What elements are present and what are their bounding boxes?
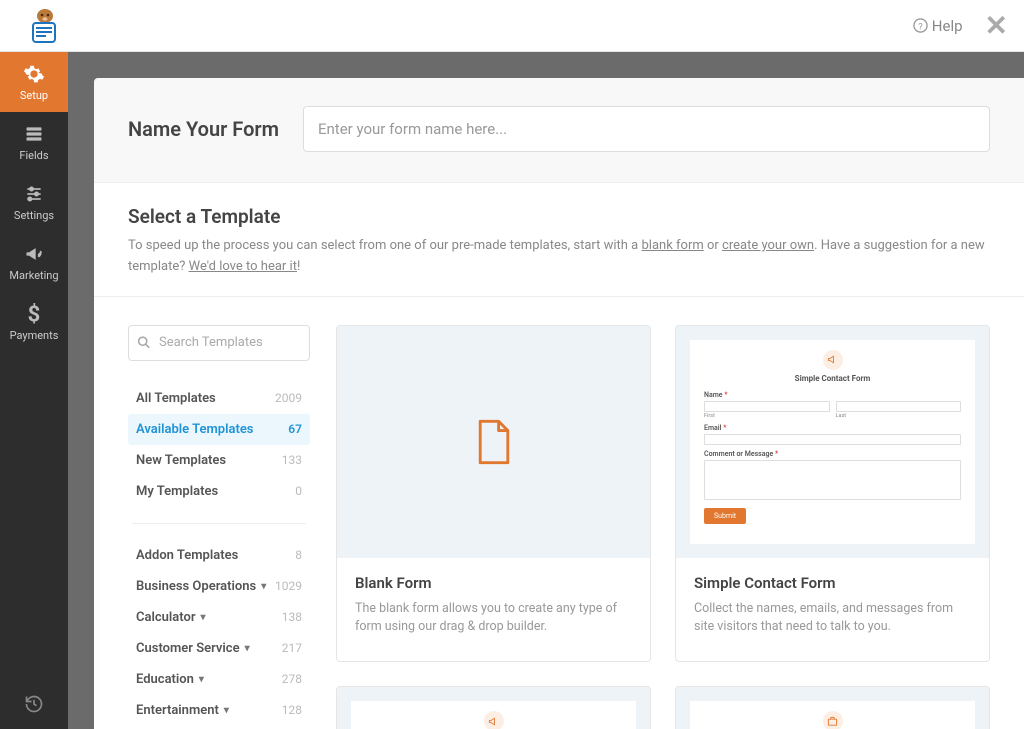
template-card-automobile[interactable]: Automobile Information Form Year of Regi… bbox=[675, 686, 990, 729]
chevron-down-icon: ▾ bbox=[245, 643, 250, 654]
chevron-down-icon: ▾ bbox=[201, 612, 206, 623]
chevron-down-icon: ▾ bbox=[199, 674, 204, 685]
nav-setup[interactable]: Setup bbox=[0, 52, 68, 112]
chevron-down-icon: ▾ bbox=[224, 705, 229, 716]
cat-new-templates[interactable]: New Templates 133 bbox=[128, 445, 310, 476]
cat-calculator[interactable]: Calculator▾ 138 bbox=[128, 602, 310, 633]
fields-icon bbox=[23, 123, 45, 145]
nav-settings[interactable]: Settings bbox=[0, 172, 68, 232]
search-box bbox=[128, 325, 310, 361]
setup-panel: Name Your Form Select a Template To spee… bbox=[94, 78, 1024, 729]
file-icon bbox=[475, 419, 513, 465]
template-card-newsletter[interactable]: Newsletter Signup Form Name * bbox=[336, 686, 651, 729]
cat-all-templates[interactable]: All Templates 2009 bbox=[128, 383, 310, 414]
nav-label: Setup bbox=[20, 89, 48, 102]
template-name: Blank Form bbox=[355, 574, 632, 592]
cat-education[interactable]: Education▾ 278 bbox=[128, 664, 310, 695]
cat-customer-service[interactable]: Customer Service▾ 217 bbox=[128, 633, 310, 664]
megaphone-icon bbox=[23, 243, 45, 265]
cat-business-operations[interactable]: Business Operations▾ 1029 bbox=[128, 571, 310, 602]
template-header: Select a Template To speed up the proces… bbox=[94, 183, 1024, 297]
name-label: Name Your Form bbox=[128, 117, 279, 141]
help-link[interactable]: ? Help bbox=[913, 17, 963, 35]
search-icon bbox=[137, 333, 150, 352]
template-preview: Automobile Information Form Year of Regi… bbox=[676, 687, 989, 729]
cat-my-templates[interactable]: My Templates 0 bbox=[128, 476, 310, 507]
suggestion-link[interactable]: We'd love to hear it bbox=[189, 259, 297, 274]
dollar-icon: $ bbox=[23, 303, 45, 325]
template-desc: The blank form allows you to create any … bbox=[355, 600, 632, 638]
nav-marketing[interactable]: Marketing bbox=[0, 232, 68, 292]
cat-entertainment[interactable]: Entertainment▾ 128 bbox=[128, 695, 310, 726]
svg-text:?: ? bbox=[918, 21, 923, 32]
briefcase-icon bbox=[827, 716, 838, 727]
history-icon bbox=[24, 694, 44, 714]
create-own-link[interactable]: create your own bbox=[722, 238, 814, 253]
nav-label: Fields bbox=[19, 149, 48, 162]
close-button[interactable]: ✕ bbox=[985, 12, 1008, 40]
template-preview bbox=[337, 326, 650, 558]
help-label: Help bbox=[932, 17, 963, 35]
svg-text:$: $ bbox=[28, 303, 41, 325]
nav-label: Payments bbox=[10, 329, 59, 342]
wpforms-logo bbox=[16, 7, 62, 45]
name-section: Name Your Form bbox=[94, 78, 1024, 183]
form-name-input[interactable] bbox=[303, 106, 990, 152]
cat-available-templates[interactable]: Available Templates 67 bbox=[128, 414, 310, 445]
chevron-down-icon: ▾ bbox=[261, 581, 266, 592]
cat-addon-templates[interactable]: Addon Templates 8 bbox=[128, 540, 310, 571]
search-input[interactable] bbox=[128, 325, 310, 361]
side-nav: Setup Fields Settings Marketing $ Paymen… bbox=[0, 52, 68, 729]
blank-form-link[interactable]: blank form bbox=[641, 238, 703, 253]
template-name: Simple Contact Form bbox=[694, 574, 971, 592]
nav-history[interactable] bbox=[0, 679, 68, 729]
template-card-simple-contact[interactable]: Simple Contact Form Name * First Last Em… bbox=[675, 325, 990, 663]
panel-backdrop: Name Your Form Select a Template To spee… bbox=[68, 52, 1024, 729]
nav-label: Marketing bbox=[9, 269, 58, 282]
template-preview: Simple Contact Form Name * First Last Em… bbox=[676, 326, 989, 558]
megaphone-icon bbox=[827, 354, 838, 365]
template-sidebar: All Templates 2009 Available Templates 6… bbox=[128, 325, 310, 729]
top-bar: ? Help ✕ bbox=[0, 0, 1024, 52]
divider bbox=[132, 523, 306, 524]
sliders-icon bbox=[23, 183, 45, 205]
template-desc: To speed up the process you can select f… bbox=[128, 236, 990, 278]
help-icon: ? bbox=[913, 18, 928, 33]
category-list-primary: All Templates 2009 Available Templates 6… bbox=[128, 383, 310, 507]
nav-label: Settings bbox=[14, 209, 54, 222]
template-desc: Collect the names, emails, and messages … bbox=[694, 600, 971, 638]
category-list-secondary: Addon Templates 8 Business Operations▾ 1… bbox=[128, 540, 310, 729]
megaphone-icon bbox=[488, 716, 499, 727]
template-preview: Newsletter Signup Form Name * bbox=[337, 687, 650, 729]
gear-icon bbox=[23, 63, 45, 85]
template-card-blank[interactable]: Blank Form The blank form allows you to … bbox=[336, 325, 651, 663]
nav-payments[interactable]: $ Payments bbox=[0, 292, 68, 352]
template-title: Select a Template bbox=[128, 205, 990, 228]
nav-fields[interactable]: Fields bbox=[0, 112, 68, 172]
template-grid: Blank Form The blank form allows you to … bbox=[336, 325, 990, 729]
cat-event-planning[interactable]: Event Planning 261 bbox=[128, 726, 310, 729]
